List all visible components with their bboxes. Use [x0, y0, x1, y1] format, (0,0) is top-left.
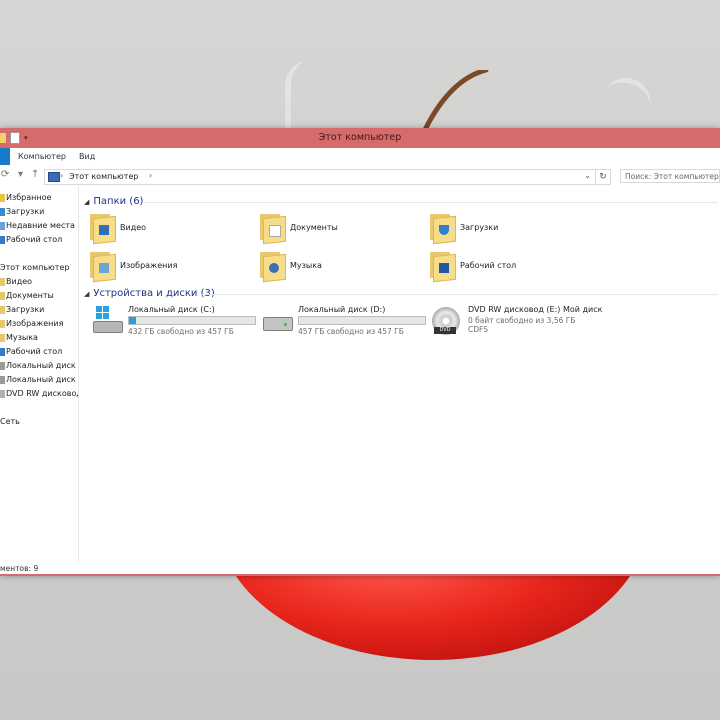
drive-icon — [260, 305, 294, 335]
nav-item-downloads-folder[interactable]: Загрузки — [0, 305, 44, 314]
dvd-icon — [0, 389, 5, 398]
drive-usage-bar — [128, 316, 256, 325]
search-input[interactable]: Поиск: Этот компьютер — [620, 169, 720, 183]
nav-item-favorites[interactable]: Избранное — [0, 193, 51, 202]
drive-filesystem: CDFS — [468, 325, 488, 334]
explorer-window: ▾ Этот компьютер Компьютер Вид ⟳ ▾ ↑ › Э… — [0, 128, 720, 576]
up-icon[interactable]: ↑ — [31, 169, 39, 180]
pictures-folder-icon — [0, 319, 5, 328]
nav-item-downloads[interactable]: Загрузки — [0, 207, 44, 216]
nav-item-network[interactable]: Сеть — [0, 417, 20, 426]
drive-usage-bar — [298, 316, 426, 325]
music-folder-icon — [260, 250, 286, 283]
title-bar[interactable]: ▾ Этот компьютер — [0, 128, 720, 148]
recent-locations-icon[interactable]: ▾ — [18, 169, 23, 180]
video-folder-icon — [90, 212, 116, 245]
nav-item-music[interactable]: Музыка — [0, 333, 38, 342]
nav-item-drive-c[interactable]: Локальный диск (C — [0, 361, 78, 370]
downloads-icon — [0, 207, 5, 216]
drive-icon — [0, 375, 5, 384]
folder-tile-desktop[interactable]: Рабочий стол — [430, 247, 590, 283]
drive-name: Локальный диск (C:) — [128, 305, 215, 314]
drive-tile-c[interactable]: Локальный диск (C:) 432 ГБ свободно из 4… — [90, 305, 256, 341]
breadcrumb-this-pc[interactable]: Этот компьютер — [69, 172, 138, 181]
breadcrumb-separator-icon[interactable]: › — [149, 171, 152, 180]
drive-usage-fill — [129, 317, 136, 324]
nav-item-drive-d[interactable]: Локальный диск (D — [0, 375, 78, 384]
drive-tile-d[interactable]: Локальный диск (D:) 457 ГБ свободно из 4… — [260, 305, 426, 341]
windows-drive-icon — [90, 305, 124, 335]
nav-item-videos[interactable]: Видео — [0, 277, 32, 286]
table-surface — [0, 690, 720, 720]
nav-item-dvd[interactable]: DVD RW дисковод ( — [0, 389, 78, 398]
navigation-pane[interactable]: Избранное Загрузки Недавние места Рабочи… — [0, 187, 79, 563]
desktop-folder-icon — [430, 250, 456, 283]
pictures-folder-icon — [90, 250, 116, 283]
explorer-body: Избранное Загрузки Недавние места Рабочи… — [0, 187, 720, 563]
folder-tile-pictures[interactable]: Изображения — [90, 247, 250, 283]
documents-folder-icon — [0, 291, 5, 300]
nav-item-documents[interactable]: Документы — [0, 291, 54, 300]
status-item-count: ментов: 9 — [0, 564, 39, 573]
folder-tile-music[interactable]: Музыка — [260, 247, 420, 283]
nav-item-this-pc[interactable]: Этот компьютер — [0, 263, 69, 272]
computer-icon — [48, 172, 60, 182]
drive-tile-dvd[interactable]: DVD DVD RW дисковод (E:) Мой диск 0 байт… — [430, 305, 602, 341]
address-field[interactable]: › Этот компьютер › ⌄ — [44, 169, 596, 185]
desktop-folder-icon — [0, 347, 5, 356]
folder-tile-documents[interactable]: Документы — [260, 209, 420, 245]
nav-item-desktop-folder[interactable]: Рабочий стол — [0, 347, 62, 356]
address-bar-row: ⟳ ▾ ↑ › Этот компьютер › ⌄ ↻ Поиск: Этот… — [0, 165, 720, 187]
nav-item-recent-places[interactable]: Недавние места — [0, 221, 75, 230]
content-pane[interactable]: ◢ Папки (6) Видео Документы Загрузки Изо… — [80, 187, 720, 563]
drive-free-space: 432 ГБ свободно из 457 ГБ — [128, 327, 234, 336]
drive-free-space: 0 байт свободно из 3,56 ГБ — [468, 316, 576, 325]
nav-item-pictures[interactable]: Изображения — [0, 319, 63, 328]
wallpaper-reflection — [285, 60, 311, 130]
music-folder-icon — [0, 333, 5, 342]
drive-name: DVD RW дисковод (E:) Мой диск — [468, 305, 603, 314]
chevron-down-icon[interactable]: ◢ — [84, 290, 89, 298]
documents-folder-icon — [260, 212, 286, 245]
ribbon-tabs: Компьютер Вид — [0, 148, 720, 166]
star-icon — [0, 193, 5, 202]
drive-name: Локальный диск (D:) — [298, 305, 386, 314]
tab-computer[interactable]: Компьютер — [18, 152, 66, 161]
status-bar: ментов: 9 — [0, 563, 720, 574]
window-title: Этот компьютер — [318, 132, 402, 143]
desktop-icon — [0, 235, 5, 244]
folder-tile-videos[interactable]: Видео — [90, 209, 250, 245]
folder-tile-downloads[interactable]: Загрузки — [430, 209, 590, 245]
group-header-drives[interactable]: ◢ Устройства и диски (3) — [84, 288, 215, 299]
tab-view[interactable]: Вид — [79, 152, 95, 161]
breadcrumb-separator-icon[interactable]: › — [60, 171, 63, 180]
group-header-folders[interactable]: ◢ Папки (6) — [84, 196, 143, 207]
dvd-drive-icon: DVD — [430, 305, 464, 335]
drive-icon — [0, 361, 5, 370]
file-tab[interactable] — [0, 148, 10, 165]
nav-item-desktop[interactable]: Рабочий стол — [0, 235, 62, 244]
refresh-button[interactable]: ↻ — [595, 169, 611, 185]
drive-free-space: 457 ГБ свободно из 457 ГБ — [298, 327, 404, 336]
back-icon[interactable]: ⟳ — [1, 169, 9, 180]
group-divider — [202, 294, 718, 295]
group-divider — [144, 202, 718, 203]
chevron-down-icon[interactable]: ⌄ — [584, 171, 591, 180]
downloads-folder-icon — [430, 212, 456, 245]
chevron-down-icon[interactable]: ◢ — [84, 198, 89, 206]
recent-places-icon — [0, 221, 5, 230]
downloads-folder-icon — [0, 305, 5, 314]
video-folder-icon — [0, 277, 5, 286]
